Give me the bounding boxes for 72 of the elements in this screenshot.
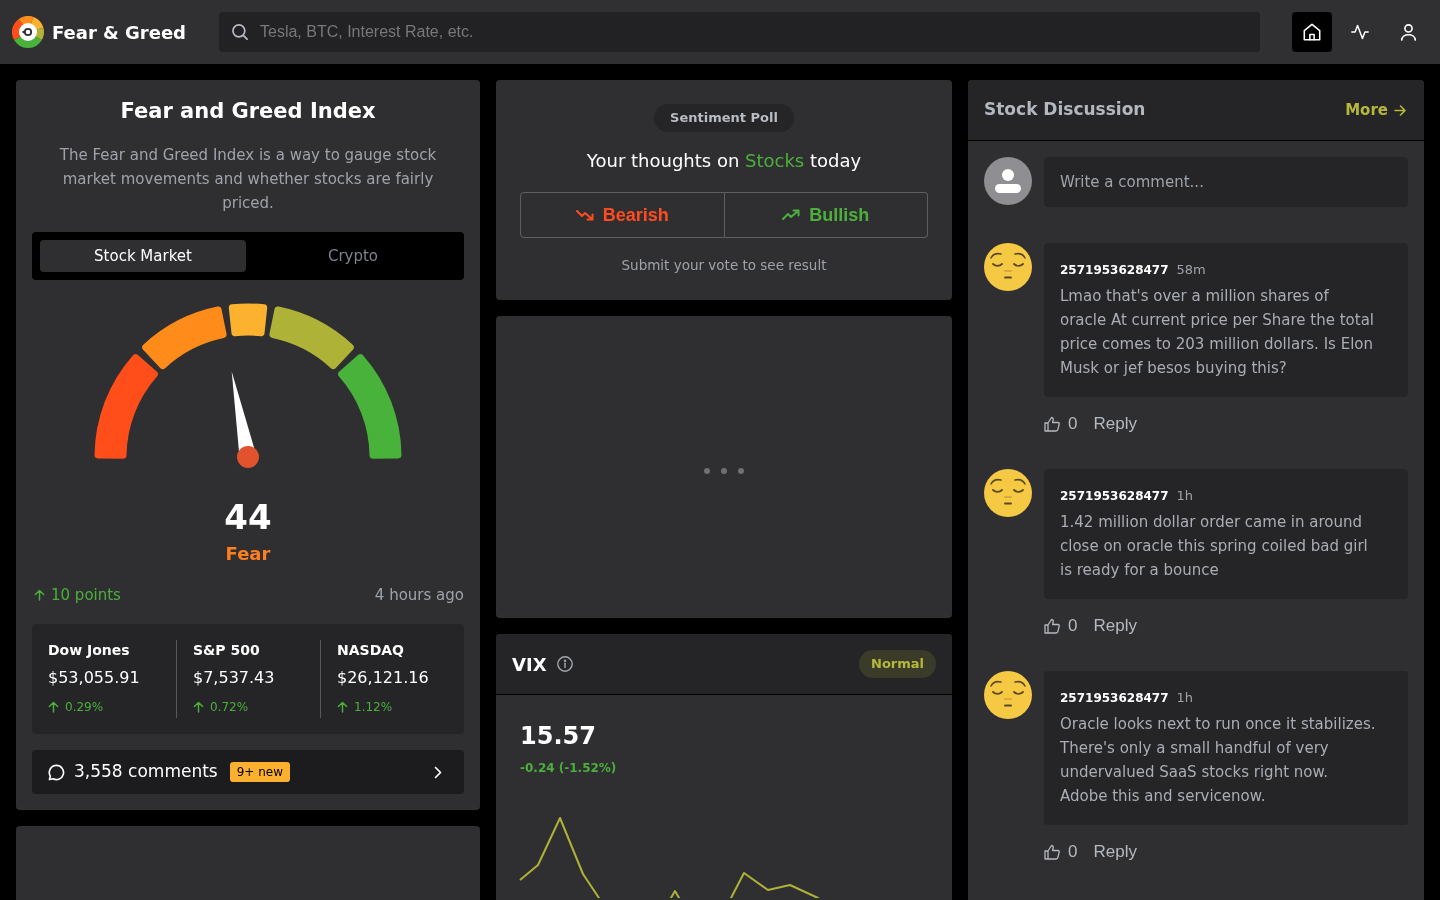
emoji-avatar-icon (984, 243, 1032, 291)
bearish-button[interactable]: Bearish (520, 192, 725, 238)
reply-button[interactable]: Reply (1093, 613, 1137, 639)
description-text: The Fear and Greed Index is a way to gauge stock market movements and whether stocks are fairly priced. (58, 145, 438, 214)
logo-text[interactable]: Fear & Greed (52, 18, 186, 46)
vix-change: -0.24 (-1.52%) (520, 760, 618, 777)
username: 2571953628477 (1060, 690, 1169, 707)
emoji-avatar-icon (984, 469, 1032, 517)
vix-title: VIX (512, 652, 547, 677)
comment-time: 58m (1176, 261, 1206, 279)
logo-icon (12, 16, 44, 48)
market-value: $26,121.16 (337, 667, 430, 689)
avatar-icon (984, 157, 1032, 205)
trend-up-icon (782, 209, 801, 221)
reply-button[interactable]: Reply (1093, 839, 1137, 865)
poll-question: Your thoughts on Stocks today (586, 149, 862, 173)
comments-button[interactable]: 3,558 comments 9+ new (32, 750, 464, 794)
market-name: Dow Jones (48, 641, 131, 660)
arrow-up-icon (337, 701, 348, 713)
rating-label: Fear (224, 542, 272, 566)
status-badge: Normal (859, 650, 936, 678)
user-icon (1399, 23, 1417, 41)
like-button[interactable]: 0 (1044, 839, 1078, 865)
trend-down-icon (575, 209, 594, 221)
home-icon (1303, 23, 1321, 41)
comment-text: Oracle looks next to run once it stabilizes. There's only a small handful of very undervalued SaaS stocks right now. Adobe this and servicenow. (1060, 714, 1377, 807)
comment-time: 1h (1176, 487, 1194, 505)
thumbs-up-icon (1044, 416, 1060, 432)
market-value: $53,055.91 (48, 667, 141, 689)
market-name: S&P 500 (193, 641, 261, 660)
reply-button[interactable]: Reply (1093, 411, 1137, 437)
home-button[interactable] (1292, 12, 1332, 52)
arrow-up-icon (48, 701, 59, 713)
username: 2571953628477 (1060, 262, 1169, 279)
comment-input[interactable]: Write a comment... (1044, 157, 1408, 207)
new-badge: 9+ new (229, 762, 290, 782)
tab[interactable]: Stock Market (40, 240, 246, 272)
poll-note: Submit your vote to see result (621, 256, 827, 275)
more-link[interactable]: More (1345, 98, 1406, 122)
market-change: 1.12% (354, 699, 393, 716)
comment-text: 1.42 million dollar order came in around close on oracle this spring coiled bad girl is ready for a bounce (1060, 512, 1369, 581)
like-button[interactable]: 0 (1044, 613, 1078, 639)
card-title: Fear and Greed Index (119, 98, 377, 125)
change-text: 10 points (51, 585, 121, 606)
chevron-right-icon (434, 765, 442, 779)
vix-value: 15.57 (520, 721, 597, 752)
loading-dots-icon (703, 467, 744, 474)
chat-icon (48, 763, 65, 781)
thumbs-up-icon (1044, 618, 1060, 634)
bullish-button[interactable]: Bullish (724, 192, 928, 238)
like-button[interactable]: 0 (1044, 411, 1078, 437)
discussion-title: Stock Discussion (984, 98, 1146, 122)
updated-time: 4 hours ago (374, 585, 464, 606)
arrow-up-icon (193, 701, 204, 713)
market-name: NASDAQ (337, 641, 405, 660)
arrow-right-icon (1394, 104, 1406, 116)
search-field[interactable]: Tesla, BTC, Interest Rate, etc. (219, 12, 1260, 52)
market-change: 0.72% (210, 699, 249, 716)
comment-time: 1h (1176, 689, 1194, 707)
comment-text: Lmao that's over a million shares of oracle At current price per Share the total price comes to 203 million dollars. Is Elon Musk or jef besos buying this? (1060, 286, 1375, 379)
tab[interactable]: Crypto (250, 240, 456, 272)
market-value: $7,537.43 (193, 667, 276, 689)
username: 2571953628477 (1060, 488, 1169, 505)
arrow-up-icon (34, 589, 45, 601)
poll-badge: Sentiment Poll (654, 104, 794, 132)
emoji-avatar-icon (984, 671, 1032, 719)
info-icon (556, 656, 573, 672)
search-icon (232, 24, 248, 40)
thumbs-up-icon (1044, 844, 1060, 860)
pulse-icon (1351, 23, 1369, 41)
market-change: 0.29% (65, 699, 104, 716)
score-value: 44 (223, 497, 273, 537)
